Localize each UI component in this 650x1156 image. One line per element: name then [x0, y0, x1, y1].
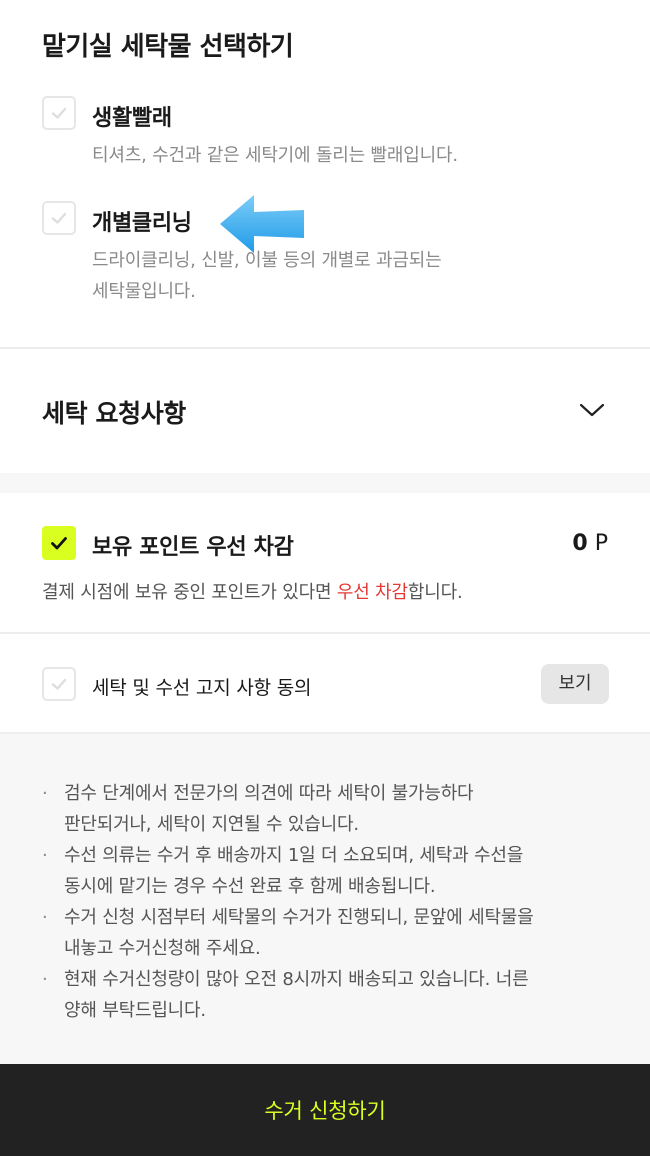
view-notice-button[interactable]: 보기 — [541, 664, 609, 704]
notice-line: 판단되거나, 세탁이 지연될 수 있습니다. — [64, 814, 359, 835]
section-title-request[interactable]: 세탁 요청사항 — [42, 394, 186, 430]
notice-line: 동시에 맡기는 경우 수선 완료 후 함께 배송됩니다. — [64, 876, 436, 897]
points-label[interactable]: 보유 포인트 우선 차감 — [92, 529, 294, 561]
notice-line: 수선 의류는 수거 후 배송까지 1일 더 소요되며, 세탁과 수선을 — [64, 845, 524, 866]
points-unit: P — [594, 531, 608, 556]
option-desc-daily-laundry: 티셔츠, 수건과 같은 세탁기에 돌리는 빨래입니다. — [92, 140, 458, 171]
check-icon — [51, 107, 67, 119]
points-note: 결제 시점에 보유 중인 포인트가 있다면 우선 차감합니다. — [42, 578, 463, 604]
notice-line: 양해 부탁드립니다. — [64, 1000, 206, 1021]
divider — [0, 347, 650, 349]
notice-line: 현재 수거신청량이 많아 오전 8시까지 배송되고 있습니다. 너른 — [64, 969, 529, 990]
submit-pickup-button[interactable]: 수거 신청하기 — [0, 1064, 650, 1156]
notice-line: 내놓고 수거신청해 주세요. — [64, 938, 261, 959]
checkbox-use-points[interactable] — [42, 526, 76, 560]
section-title-laundry: 맡기실 세탁물 선택하기 — [42, 32, 294, 62]
section-gap — [0, 473, 650, 493]
option-label-individual-cleaning[interactable]: 개별클리닝 — [92, 205, 192, 237]
points-note-text: 합니다. — [407, 582, 463, 603]
points-note-text: 결제 시점에 보유 중인 포인트가 있다면 — [42, 582, 337, 603]
option-desc-line: 티셔츠, 수건과 같은 세탁기에 돌리는 빨래입니다. — [92, 145, 458, 166]
points-value: 0 P — [572, 531, 608, 556]
notice-item: 수선 의류는 수거 후 배송까지 1일 더 소요되며, 세탁과 수선을 동시에 … — [42, 840, 612, 902]
notice-line: 검수 단계에서 전문가의 의견에 따라 세탁이 불가능하다 — [64, 783, 474, 804]
notice-box: 검수 단계에서 전문가의 의견에 따라 세탁이 불가능하다 판단되거나, 세탁이… — [0, 734, 650, 1064]
chevron-down-icon[interactable] — [578, 400, 606, 420]
notice-item: 현재 수거신청량이 많아 오전 8시까지 배송되고 있습니다. 너른 양해 부탁… — [42, 964, 612, 1026]
checkbox-agree-notice[interactable] — [42, 667, 76, 701]
check-icon — [51, 678, 67, 690]
check-icon — [51, 212, 67, 224]
check-icon — [51, 537, 67, 550]
notice-list: 검수 단계에서 전문가의 의견에 따라 세탁이 불가능하다 판단되거나, 세탁이… — [42, 778, 612, 1026]
notice-item: 검수 단계에서 전문가의 의견에 따라 세탁이 불가능하다 판단되거나, 세탁이… — [42, 778, 612, 840]
points-note-highlight: 우선 차감 — [336, 582, 408, 603]
divider — [0, 632, 650, 634]
option-desc-line: 세탁물입니다. — [92, 281, 196, 302]
notice-item: 수거 신청 시점부터 세탁물의 수거가 진행되니, 문앞에 세탁물을 내놓고 수… — [42, 902, 612, 964]
laundry-select-section: 맡기실 세탁물 선택하기 생활빨래 티셔츠, 수건과 같은 세탁기에 돌리는 빨… — [0, 0, 650, 348]
checkbox-individual-cleaning[interactable] — [42, 201, 76, 235]
agree-label[interactable]: 세탁 및 수선 고지 사항 동의 — [92, 673, 311, 700]
points-amount: 0 — [572, 531, 588, 556]
pointer-arrow-icon — [220, 195, 304, 253]
option-label-daily-laundry[interactable]: 생활빨래 — [92, 100, 172, 132]
checkbox-daily-laundry[interactable] — [42, 96, 76, 130]
page: 맡기실 세탁물 선택하기 생활빨래 티셔츠, 수건과 같은 세탁기에 돌리는 빨… — [0, 0, 650, 1156]
notice-line: 수거 신청 시점부터 세탁물의 수거가 진행되니, 문앞에 세탁물을 — [64, 907, 534, 928]
submit-label: 수거 신청하기 — [264, 1099, 386, 1123]
